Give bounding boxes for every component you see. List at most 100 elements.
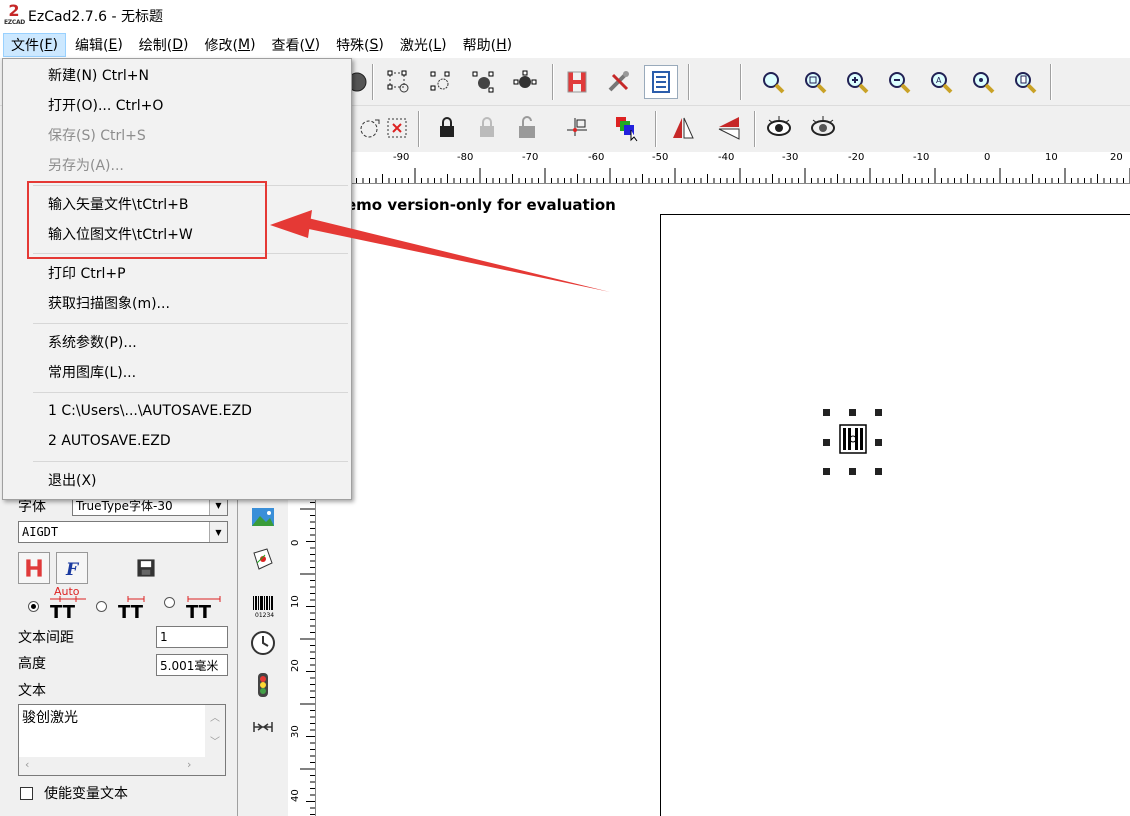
height-input[interactable]: 5.001毫米 [156,654,228,676]
menu-item-print[interactable]: 打印 Ctrl+P [3,259,351,287]
origin-icon[interactable] [560,111,594,145]
variable-text-label: 使能变量文本 [44,786,128,802]
spacing-edge-radio[interactable] [164,597,175,608]
chevron-right-icon[interactable]: › [187,758,191,771]
svg-text:TT: TT [50,602,76,620]
text-hatch-button[interactable] [18,552,50,584]
node-edit-icon[interactable] [382,65,416,99]
toolbar-separator [740,64,742,100]
zoom-out-icon[interactable] [882,65,916,99]
unlock-icon[interactable] [470,111,504,145]
selection-handle[interactable] [823,409,830,416]
selected-text-object-icon[interactable] [838,422,868,456]
variable-text-checkbox[interactable] [20,787,33,800]
title-bar: 2 EZCAD EzCad2.7.6 - 无标题 [0,0,1130,32]
save-font-button[interactable] [130,552,162,584]
menu-item-open[interactable]: 打开(O)... Ctrl+O [3,91,351,119]
text-label: 文本 [18,683,46,699]
selection-handle[interactable] [875,439,882,446]
menu-item-save-as[interactable]: 另存为(A)... [3,151,351,179]
mirror-vertical-icon[interactable] [712,111,746,145]
selection-handle[interactable] [823,439,830,446]
delay-tool-icon[interactable] [246,710,280,744]
menu-help[interactable]: 帮助(H) [456,33,519,57]
ruler-label: -90 [393,152,410,163]
selection-handle[interactable] [823,468,830,475]
menu-item-save[interactable]: 保存(S) Ctrl+S [3,121,351,149]
red-light-preview-icon[interactable] [762,111,796,145]
work-area-border [660,214,1130,816]
vertical-scrollbar[interactable]: ︿ ﹀ [205,705,225,757]
menu-item-exit[interactable]: 退出(X) [3,466,351,494]
menu-file[interactable]: 文件(F) [3,33,66,57]
menu-item-scan[interactable]: 获取扫描图象(m)... [3,289,351,317]
svg-text:TT: TT [186,602,212,620]
toolbar-separator [418,111,420,147]
vector-file-tool-icon[interactable] [246,542,280,576]
menu-item-library[interactable]: 常用图库(L)... [3,358,351,386]
zoom-icon[interactable] [756,65,790,99]
menu-view[interactable]: 查看(V) [265,33,328,57]
menu-item-recent-1[interactable]: 1 C:\Users\...\AUTOSAVE.EZD [3,397,351,425]
menu-separator [33,392,348,393]
chevron-left-icon[interactable]: ‹ [25,758,29,771]
menu-item-new[interactable]: 新建(N) Ctrl+N [3,61,351,89]
menu-edit[interactable]: 编辑(E) [68,33,130,57]
menu-draw[interactable]: 绘制(D) [132,33,196,57]
file-menu-dropdown: 新建(N) Ctrl+N 打开(O)... Ctrl+O 保存(S) Ctrl+… [2,58,352,500]
node-join-icon[interactable] [466,65,500,99]
zoom-in-icon[interactable] [840,65,874,99]
menu-modify[interactable]: 修改(M) [198,33,263,57]
mirror-horizontal-icon[interactable] [666,111,700,145]
ruler-label: 30 [290,725,301,738]
hatch-tool-icon[interactable] [560,65,594,99]
object-list-icon[interactable] [644,65,678,99]
selection-handle[interactable] [875,409,882,416]
zoom-selected-icon[interactable] [966,65,1000,99]
text-content-box[interactable]: 骏创激光 ︿ ﹀ ‹ › [18,704,226,776]
menu-special[interactable]: 特殊(S) [329,33,391,57]
spacing-center-radio[interactable] [96,601,107,612]
node-break-icon[interactable] [508,65,542,99]
font-name-combo[interactable]: AIGDT ▼ [18,521,228,543]
lock-icon[interactable] [430,111,464,145]
menu-laser[interactable]: 激光(L) [393,33,454,57]
ruler-label: 0 [290,539,301,546]
spacing-input[interactable]: 1 [156,626,228,648]
toolbar-separator [1050,64,1052,100]
spacing-auto-radio[interactable] [28,601,39,612]
hatch-tool-icon [26,559,42,577]
selection-handle[interactable] [849,468,856,475]
node-align-icon[interactable] [424,65,458,99]
io-signal-tool-icon[interactable] [246,668,280,702]
color-select-icon[interactable] [610,111,644,145]
select-box-icon[interactable] [380,111,414,145]
mark-preview-icon[interactable] [806,111,840,145]
menu-item-system-params[interactable]: 系统参数(P)... [3,328,351,356]
ruler-label: -60 [588,152,605,163]
ruler-label: 20 [290,659,301,672]
svg-text:TT: TT [118,602,144,620]
tools-icon[interactable] [602,65,636,99]
font-f-icon: F [65,560,80,580]
zoom-page-icon[interactable] [1008,65,1042,99]
toolbar-separator [655,111,657,147]
font-style-button[interactable]: F [56,552,88,584]
bitmap-tool-icon[interactable] [246,500,280,534]
timer-tool-icon[interactable] [246,626,280,660]
horizontal-scrollbar[interactable]: ‹ › [19,757,225,775]
chevron-down-icon[interactable]: ﹀ [210,733,220,748]
toolbar-separator [552,64,554,100]
zoom-window-icon[interactable] [798,65,832,99]
unlock-all-icon[interactable] [510,111,544,145]
selection-handle[interactable] [849,409,856,416]
selection-handle[interactable] [875,468,882,475]
chevron-down-icon[interactable]: ▼ [209,522,227,542]
chevron-up-icon[interactable]: ︿ [210,709,220,724]
barcode-tool-icon[interactable]: 01234 [246,588,280,622]
menu-item-recent-2[interactable]: 2 AUTOSAVE.EZD [3,427,351,455]
menu-separator [33,323,348,324]
edge-spacing-icon: TT [186,596,221,620]
drawing-canvas[interactable]: emo version-only for evaluation [316,184,1130,816]
zoom-all-icon[interactable]: A [924,65,958,99]
